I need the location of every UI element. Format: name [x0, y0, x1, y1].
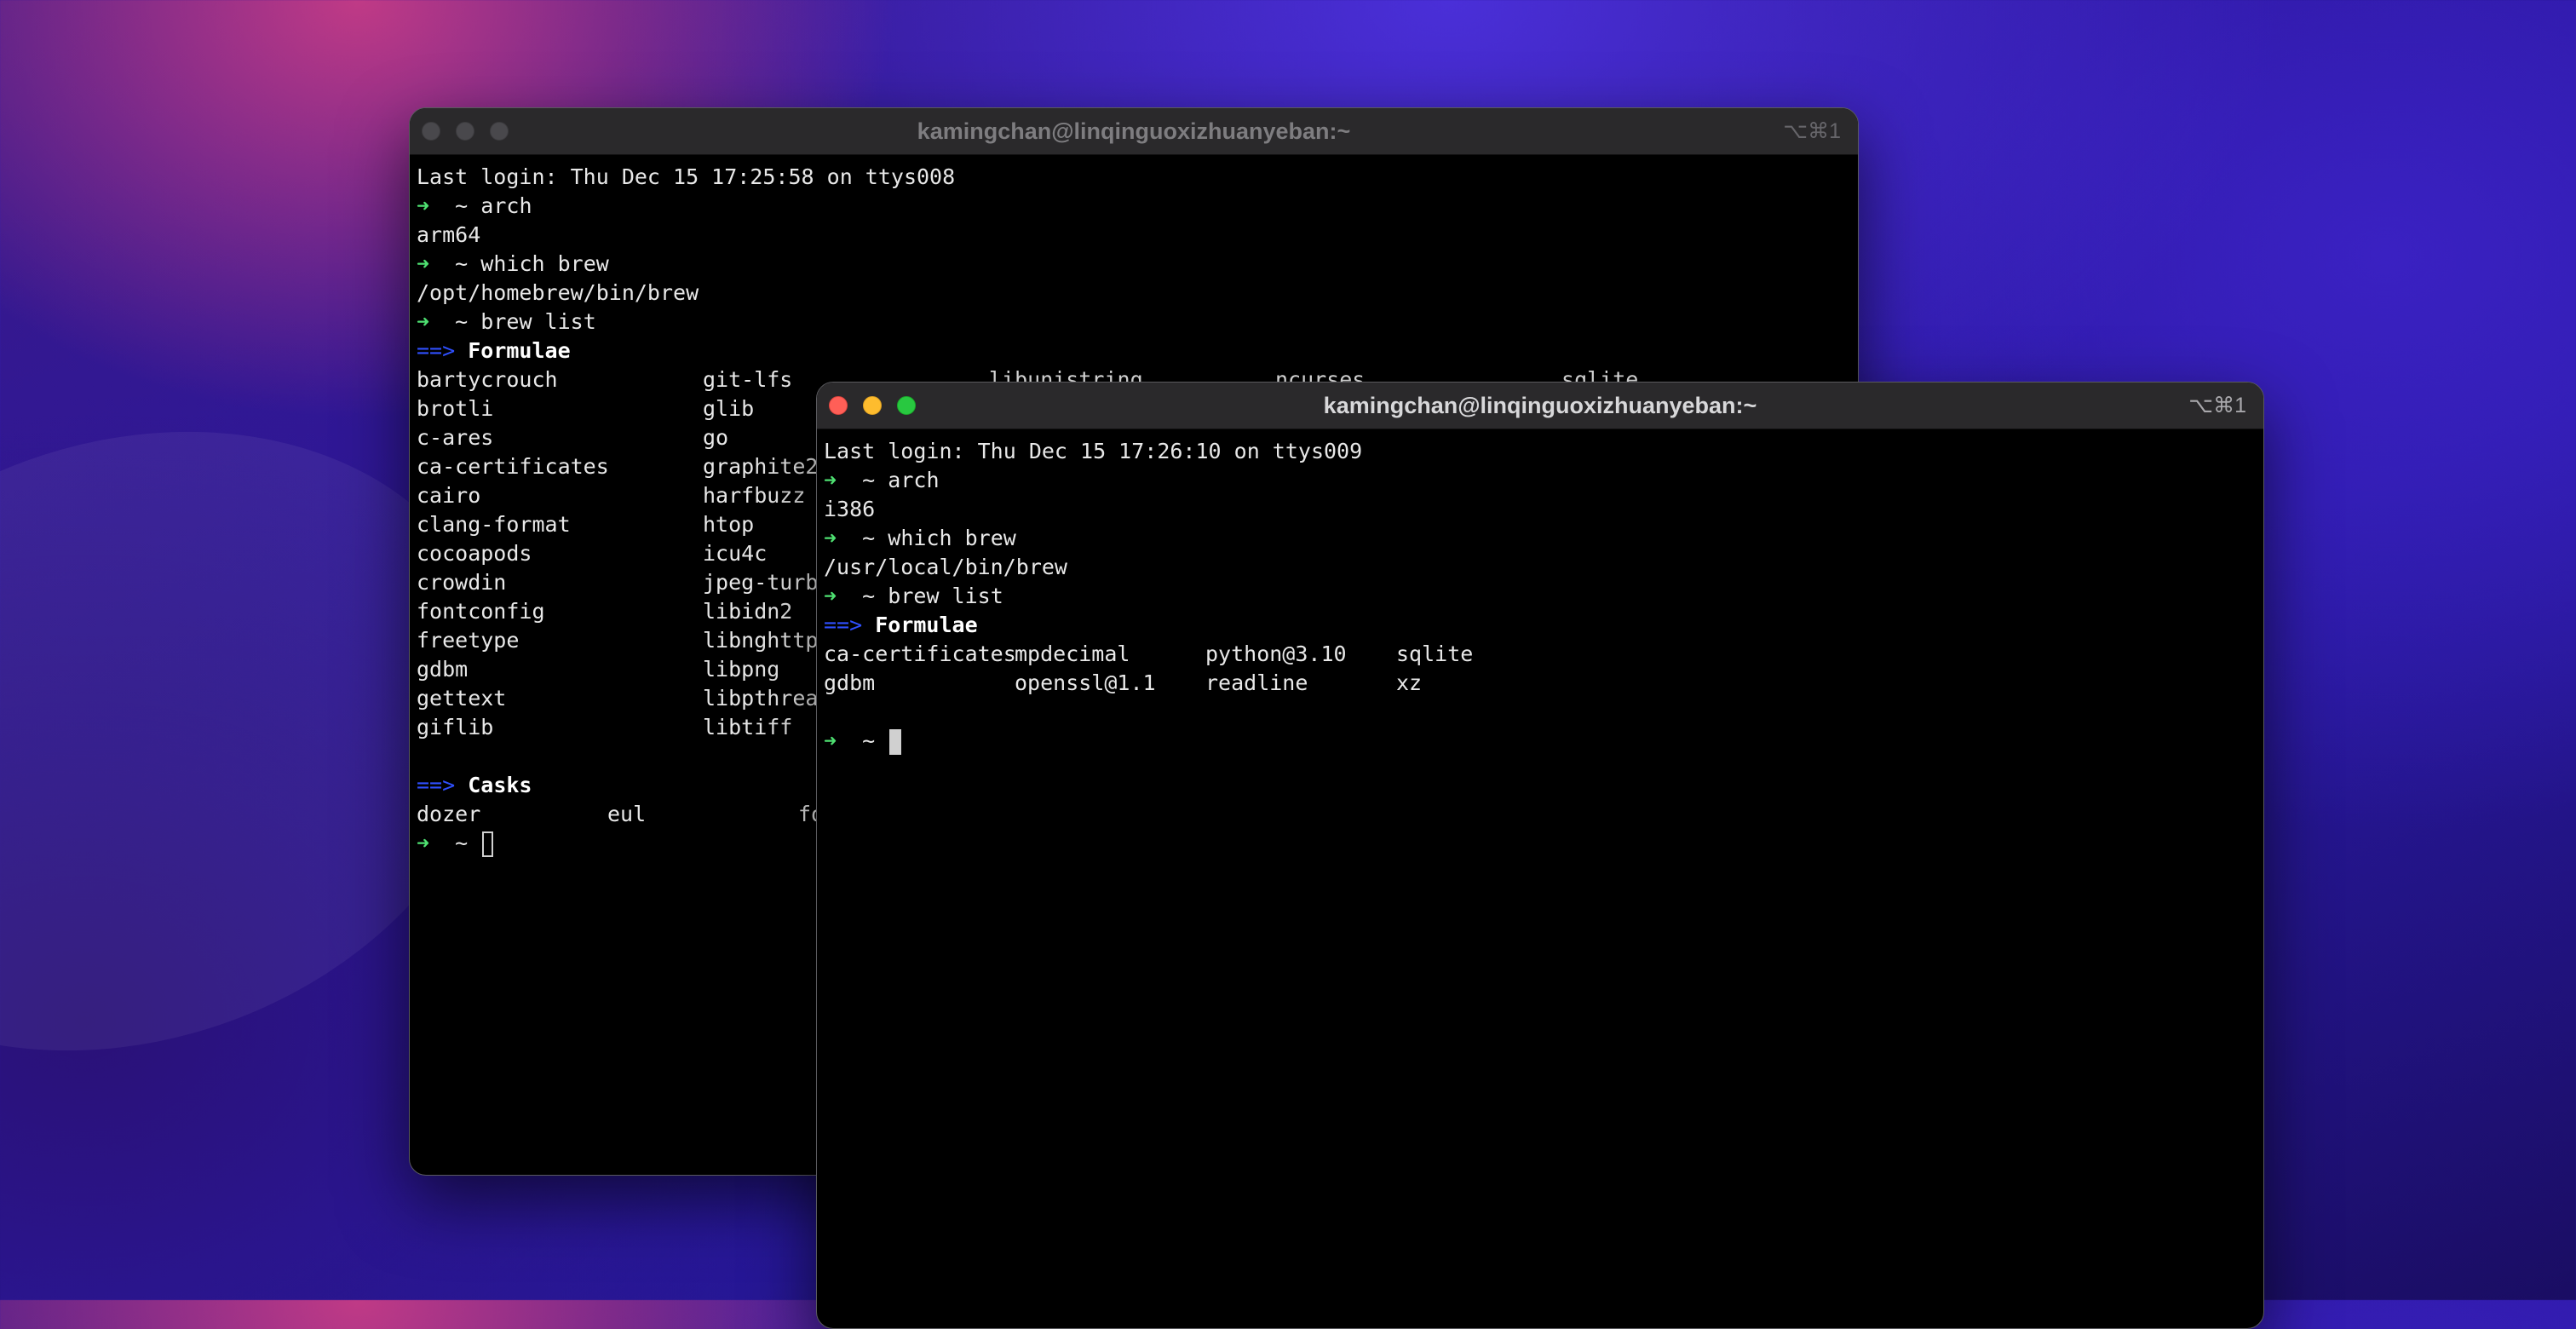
command-line: ➜ ~ which brew [417, 251, 609, 276]
formula-item: cocoapods [417, 541, 532, 566]
formula-item: c-ares [417, 425, 494, 450]
cursor [482, 831, 494, 857]
prompt-arrow-icon: ➜ [417, 309, 430, 334]
formula-item: jpeg-turbo [703, 570, 831, 595]
formula-item: openssl@1.1 [1015, 670, 1156, 695]
output-line: /opt/homebrew/bin/brew [417, 280, 699, 305]
section-header: ==> Formulae [824, 613, 978, 637]
formula-item: xz [1396, 670, 1423, 695]
section-header: ==> Formulae [417, 338, 571, 363]
formulae-list: ca-certificates mpdecimal python@3.10 sqlit… [824, 640, 2263, 698]
prompt-arrow-icon: ➜ [417, 193, 430, 218]
formula-item: clang-format [417, 512, 571, 537]
formula-item: libnghttp2 [703, 628, 831, 653]
command-line: ➜ ~ brew list [824, 584, 1003, 608]
prompt-arrow-icon: ➜ [824, 728, 837, 753]
window-title: kamingchan@linqinguoxizhuanyeban:~ [917, 118, 1351, 144]
window-shortcut: ⌥⌘1 [1783, 119, 1841, 143]
formula-item: htop [703, 512, 755, 537]
formula-item: harfbuzz [703, 483, 806, 508]
formula-item: libpng [703, 657, 780, 682]
cask-item: dozer [417, 802, 481, 826]
formula-row: gdbm openssl@1.1 readline xz [824, 669, 2263, 698]
formula-item: gdbm [417, 657, 469, 682]
formula-item: git-lfs [703, 367, 793, 392]
formula-item: libidn2 [703, 599, 793, 624]
cask-item: eul [607, 802, 647, 826]
login-line: Last login: Thu Dec 15 17:26:10 on ttys0… [824, 439, 1363, 463]
formula-item: sqlite [1396, 641, 1474, 666]
formula-item: readline [1205, 670, 1308, 695]
formula-item: libtiff [703, 715, 793, 739]
cursor [889, 729, 902, 755]
titlebar[interactable]: kamingchan@linqinguoxizhuanyeban:~ ⌥⌘1 [410, 108, 1858, 155]
formula-item: fontconfig [417, 599, 545, 624]
prompt-arrow-icon: ➜ [417, 251, 430, 276]
terminal-window-front[interactable]: kamingchan@linqinguoxizhuanyeban:~ ⌥⌘1 L… [816, 382, 2264, 1329]
prompt-arrow-icon: ➜ [824, 584, 837, 608]
terminal-content[interactable]: Last login: Thu Dec 15 17:26:10 on ttys0… [817, 429, 2263, 1328]
formula-item: python@3.10 [1205, 641, 1347, 666]
prompt-arrow-icon: ➜ [824, 468, 837, 492]
output-line: arm64 [417, 222, 481, 247]
window-title: kamingchan@linqinguoxizhuanyeban:~ [1323, 393, 1757, 418]
formula-item: ca-certificates [417, 454, 609, 479]
command-line: ➜ ~ [824, 727, 2263, 756]
formula-item: crowdin [417, 570, 507, 595]
formula-item: bartycrouch [417, 367, 558, 392]
formula-item: go [703, 425, 729, 450]
command-line: ➜ ~ arch [417, 193, 532, 218]
prompt-arrow-icon: ➜ [417, 831, 430, 855]
formula-item: gettext [417, 686, 507, 711]
formula-item: graphite2 [703, 454, 819, 479]
titlebar[interactable]: kamingchan@linqinguoxizhuanyeban:~ ⌥⌘1 [817, 383, 2263, 429]
command-line: ➜ ~ brew list [417, 309, 596, 334]
output-line: /usr/local/bin/brew [824, 555, 1067, 579]
output-line: i386 [824, 497, 876, 521]
command-line: ➜ ~ which brew [824, 526, 1016, 550]
formula-item: icu4c [703, 541, 768, 566]
login-line: Last login: Thu Dec 15 17:25:58 on ttys0… [417, 164, 956, 189]
formula-item: mpdecimal [1015, 641, 1130, 666]
prompt-arrow-icon: ➜ [824, 526, 837, 550]
formula-item: freetype [417, 628, 520, 653]
formula-item: libpthread [703, 686, 831, 711]
formula-item: gdbm [824, 670, 876, 695]
command-line: ➜ ~ arch [824, 468, 940, 492]
formula-item: brotli [417, 396, 494, 421]
formula-item: giflib [417, 715, 494, 739]
formula-item: cairo [417, 483, 481, 508]
window-shortcut: ⌥⌘1 [2188, 394, 2246, 417]
formula-item: ca-certificates [824, 641, 1016, 666]
formula-item: glib [703, 396, 755, 421]
formula-row: ca-certificates mpdecimal python@3.10 sqlit… [824, 640, 2263, 669]
